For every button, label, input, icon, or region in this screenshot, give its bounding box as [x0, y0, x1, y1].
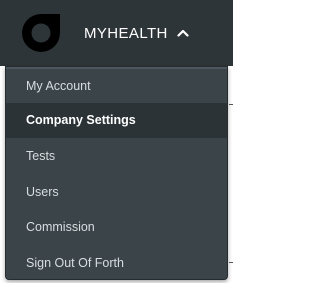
menu-item-label: Commission	[26, 220, 95, 235]
menu-item-label: My Account	[26, 78, 91, 93]
app-logo-icon[interactable]	[20, 12, 62, 54]
chevron-up-icon	[177, 29, 189, 37]
menu-item-label: Tests	[26, 148, 56, 163]
menu-item-label: Sign Out Of Forth	[26, 255, 124, 270]
menu-item-my-account[interactable]: My Account	[6, 67, 227, 103]
menu-item-tests[interactable]: Tests	[6, 138, 227, 174]
menu-item-label: Company Settings	[26, 113, 136, 128]
menu-item-label: Users	[26, 184, 59, 199]
background-edge-mark	[229, 262, 233, 263]
menu-item-company-settings[interactable]: Company Settings	[6, 102, 227, 139]
dropdown-menu: My Account Company Settings Tests Users …	[5, 66, 228, 280]
menu-item-commission[interactable]: Commission	[6, 209, 227, 245]
top-nav-bar: MYHEALTH	[0, 0, 233, 66]
menu-item-users[interactable]: Users	[6, 174, 227, 210]
myhealth-menu-toggle[interactable]: MYHEALTH	[84, 20, 189, 46]
brand-label: MYHEALTH	[84, 24, 168, 42]
background-edge-mark	[229, 104, 233, 105]
menu-item-sign-out[interactable]: Sign Out Of Forth	[6, 245, 227, 281]
